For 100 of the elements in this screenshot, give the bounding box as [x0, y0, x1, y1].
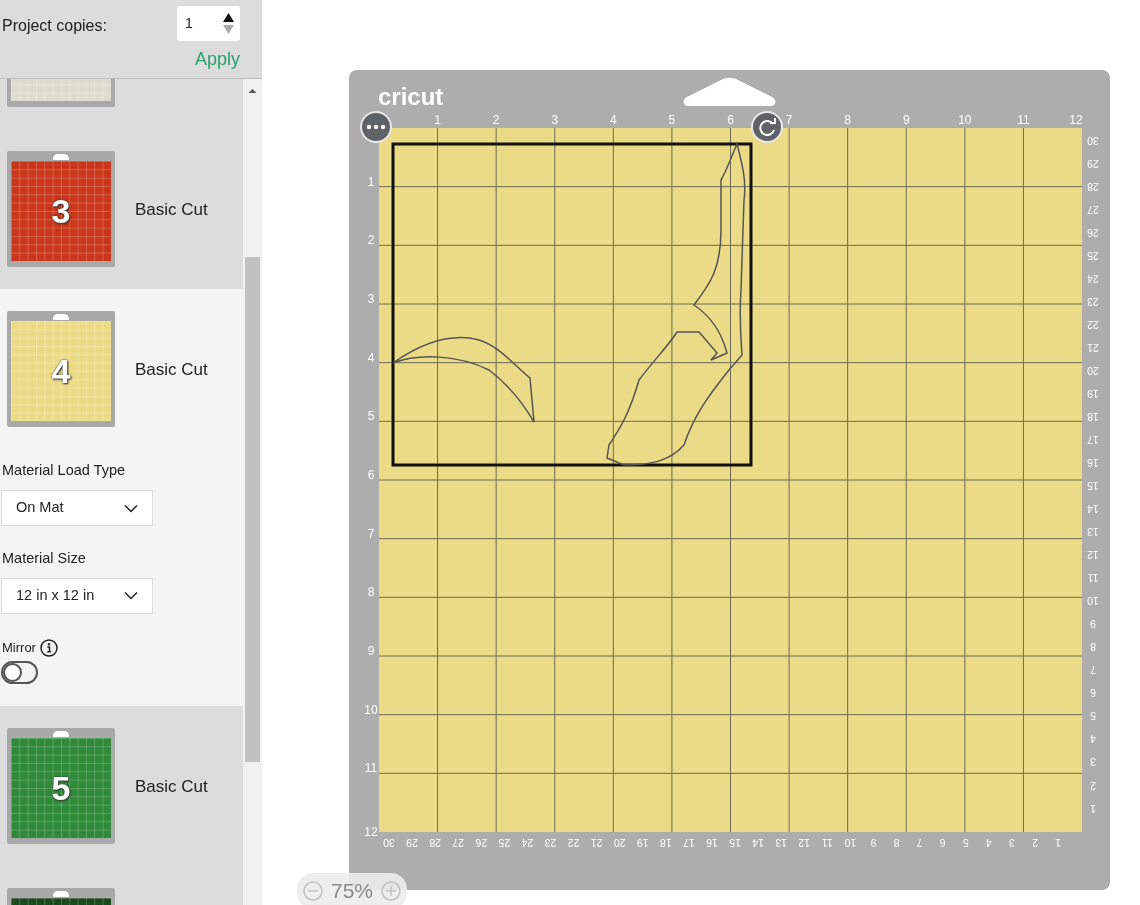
mirror-toggle[interactable] [1, 661, 38, 685]
ruler-label: 20 [613, 836, 626, 849]
ruler-label: 9 [1090, 618, 1096, 631]
ruler-label: 20 [1087, 364, 1099, 377]
ruler-label: 22 [567, 836, 580, 849]
ruler-label: 26 [475, 836, 488, 849]
ruler-label: 27 [452, 836, 465, 849]
ruler-label: 26 [1087, 226, 1099, 239]
ruler-label: 10 [844, 836, 857, 849]
ruler-label: 1 [1055, 836, 1061, 849]
cut-mode-label: Basic Cut [135, 775, 208, 798]
ruler-label: 2 [1032, 836, 1038, 849]
chevron-down-icon [124, 503, 138, 513]
ruler-label: 8 [1090, 641, 1096, 654]
chevron-down-icon [124, 591, 138, 601]
ruler-label: 16 [1087, 457, 1099, 470]
ruler-label: 4 [1090, 733, 1096, 746]
copies-label: Project copies: [2, 16, 107, 36]
cut-mode-label: Basic Cut [135, 358, 208, 381]
ruler-label: 30 [1087, 134, 1099, 147]
ruler-label: 21 [1087, 341, 1099, 354]
ruler-label: 6 [939, 836, 946, 849]
ruler-label: 11 [821, 836, 833, 849]
increment-icon[interactable] [223, 13, 234, 22]
ruler-label: 12 [364, 825, 378, 839]
more-options-icon[interactable] [360, 111, 392, 143]
ruler-label: 25 [1087, 249, 1099, 262]
ruler-label: 12 [798, 836, 811, 849]
ruler-label: 5 [962, 836, 969, 849]
mat-thumbnail[interactable]: 3 [11, 161, 111, 262]
mat-number: 5 [51, 767, 71, 809]
ruler-label: 4 [985, 836, 992, 849]
mat-thumbnail[interactable]: 5 [11, 738, 111, 839]
ruler-label: 3 [367, 292, 375, 306]
ruler-label: 2 [367, 233, 375, 248]
ruler-label: 3 [1008, 836, 1015, 849]
ruler-label: 9 [367, 644, 375, 658]
ruler-label: 18 [660, 836, 672, 849]
ruler-label: 14 [1087, 503, 1099, 516]
mirror-label: Mirror [2, 638, 36, 657]
ruler-label: 10 [1087, 595, 1099, 608]
ruler-label: 9 [902, 113, 910, 127]
ruler-label: 3 [1090, 756, 1096, 769]
brand-logo: cricut [378, 83, 444, 110]
ruler-label: 16 [706, 836, 718, 849]
ruler-label: 11 [1017, 113, 1030, 127]
ruler-label: 15 [729, 836, 741, 849]
ruler-label: 1 [367, 174, 375, 189]
ruler-label: 8 [893, 836, 900, 849]
ruler-label: 9 [870, 836, 877, 849]
ruler-label: 6 [367, 468, 375, 482]
ruler-label: 21 [590, 836, 603, 849]
ruler-label: 4 [367, 350, 375, 365]
ruler-label: 8 [844, 113, 851, 127]
ruler-label: 5 [367, 409, 375, 424]
ruler-label: 7 [1090, 664, 1096, 677]
ruler-label: 13 [1087, 526, 1099, 539]
field-label: Material Load Type [2, 461, 127, 481]
mat-number: 3 [51, 190, 71, 232]
ruler-label: 17 [683, 836, 695, 849]
ruler-label: 19 [1087, 388, 1099, 400]
ruler-label: 6 [727, 113, 734, 127]
ruler-label: 28 [1087, 180, 1099, 193]
ruler-label: 17 [1087, 434, 1099, 447]
ruler-label: 28 [429, 836, 441, 849]
ruler-label: 13 [775, 836, 788, 849]
ruler-label: 11 [1087, 572, 1099, 585]
copies-spinner[interactable]: 1 [177, 6, 240, 41]
ruler-label: 22 [1087, 318, 1099, 331]
info-icon[interactable] [39, 638, 58, 657]
ruler-label: 14 [752, 836, 764, 849]
ruler-label: 23 [1087, 295, 1099, 308]
material-size-select[interactable]: 12 in x 12 in [1, 577, 153, 614]
scrollbar-thumb[interactable] [245, 257, 260, 763]
ruler-label: 5 [668, 113, 676, 127]
ruler-label: 7 [916, 836, 923, 849]
ruler-label: 3 [551, 113, 559, 127]
zoom-level: 75% [331, 878, 374, 905]
ruler-label: 1 [434, 113, 441, 127]
scrollbar[interactable] [243, 79, 262, 905]
selection-frame[interactable] [391, 142, 753, 467]
ruler-label: 25 [498, 836, 511, 849]
ruler-label: 8 [367, 585, 375, 600]
load-type-select[interactable]: On Mat [1, 490, 153, 527]
ruler-label: 6 [1090, 687, 1096, 700]
ruler-label: 27 [1087, 203, 1099, 216]
ruler-label: 12 [1087, 549, 1099, 562]
ruler-label: 1 [1090, 802, 1096, 815]
ruler-label: 15 [1087, 480, 1099, 493]
boot-shape[interactable] [606, 143, 746, 466]
field-label: Material Size [2, 549, 87, 569]
ruler-label: 10 [364, 702, 378, 717]
ruler-label: 24 [521, 836, 534, 849]
cut-mode-label: Basic Cut [135, 198, 208, 221]
tail-shape[interactable] [392, 336, 535, 423]
ruler-label: 29 [1087, 157, 1099, 170]
ruler-label: 4 [610, 113, 617, 127]
mat-number: 4 [51, 350, 71, 392]
rotate-icon[interactable] [751, 111, 783, 143]
ruler-label: 19 [636, 836, 649, 849]
